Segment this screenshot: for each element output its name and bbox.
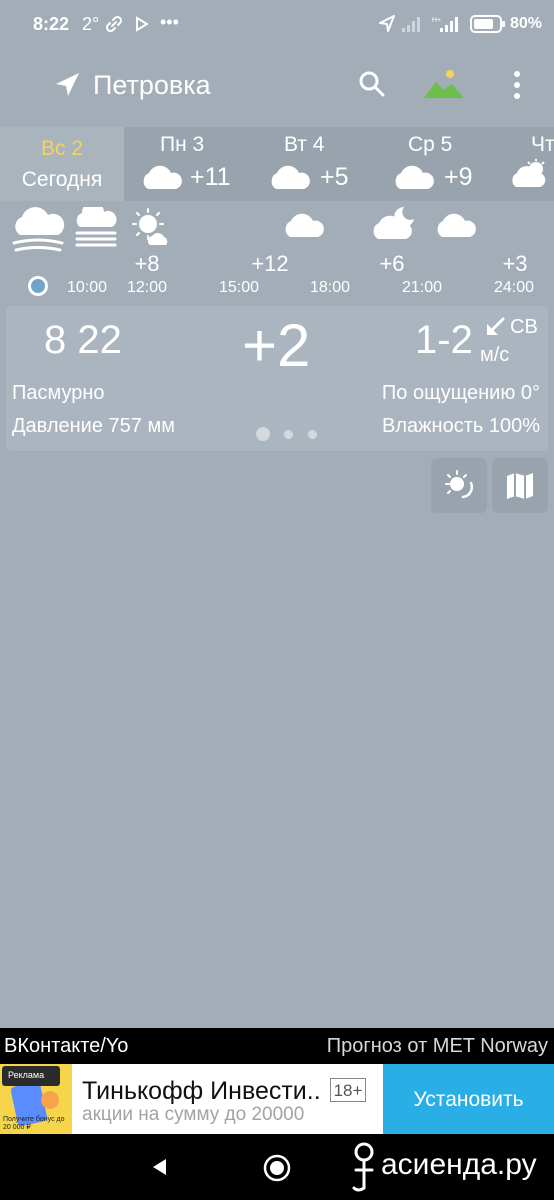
ad-bonus-text: Получите бонус до 20 000 ₽ bbox=[3, 1116, 65, 1131]
location-title[interactable]: Петровка bbox=[93, 70, 211, 101]
status-temp: 2° bbox=[82, 14, 100, 34]
hour-temp: +3 bbox=[502, 251, 528, 276]
moon-cloud-icon bbox=[370, 205, 418, 246]
cloud-icon bbox=[390, 165, 436, 196]
back-icon[interactable] bbox=[150, 1157, 170, 1182]
day-temp: +9 bbox=[444, 163, 473, 191]
page-dot-active bbox=[256, 427, 270, 441]
humidity: Влажность 100% bbox=[382, 415, 540, 437]
ad-banner[interactable]: Реклама Получите бонус до 20 000 ₽ Тиньк… bbox=[0, 1064, 554, 1134]
hourly-forecast: +8 +12 +6 +3 10:00 12:00 15:00 18:00 21:… bbox=[0, 201, 554, 299]
battery-icon bbox=[470, 15, 506, 38]
day-name: Ср 5 bbox=[408, 133, 453, 156]
hour-temp: +6 bbox=[379, 251, 405, 276]
ad-thumbnail[interactable]: Реклама Получите бонус до 20 000 ₽ bbox=[0, 1064, 72, 1134]
wind-unit: м/с bbox=[480, 344, 510, 366]
hour-time: 10:00 bbox=[66, 279, 108, 296]
home-icon[interactable] bbox=[263, 1154, 291, 1187]
hour-time: 21:00 bbox=[401, 279, 443, 296]
sun-cloud-icon bbox=[508, 159, 554, 194]
sun-moon-button[interactable] bbox=[431, 458, 487, 513]
install-button[interactable]: Установить bbox=[383, 1064, 554, 1134]
page-dot bbox=[308, 430, 317, 439]
credits-bar: ВКонтакте/Yo Прогноз от MET Norway bbox=[0, 1028, 554, 1064]
page-dot bbox=[284, 430, 293, 439]
day-tab-mon[interactable]: Пн 3 +11 bbox=[124, 127, 248, 201]
wind-direction: СВ bbox=[510, 316, 538, 338]
watermark-logo-icon bbox=[350, 1140, 378, 1199]
battery-percent: 80% bbox=[510, 15, 543, 32]
cloud-icon bbox=[266, 165, 312, 196]
toolbar: Петровка bbox=[0, 58, 554, 114]
hour-temp: +8 bbox=[134, 251, 160, 276]
system-nav-bar: асиенда.ру bbox=[0, 1134, 554, 1200]
day-temp: +5 bbox=[320, 163, 349, 191]
ad-title[interactable]: Тинькофф Инвести.. bbox=[82, 1077, 321, 1106]
day-sub: Сегодня bbox=[21, 168, 103, 191]
navigation-arrow-icon[interactable] bbox=[52, 70, 82, 105]
credits-vk-link[interactable]: ВКонтакте/Yo bbox=[4, 1035, 128, 1058]
map-icon bbox=[504, 470, 536, 507]
wind-speed: 1-2 bbox=[415, 318, 473, 362]
svg-text:H+: H+ bbox=[432, 17, 441, 24]
hour-time: 12:00 bbox=[126, 279, 168, 296]
status-time: 8:22 bbox=[33, 14, 70, 34]
current-temp: +2 bbox=[242, 312, 311, 379]
current-time-marker-icon bbox=[26, 274, 50, 303]
map-button[interactable] bbox=[492, 458, 548, 513]
status-bar: 8:22 2° ••• H+ 80% bbox=[0, 0, 554, 50]
hour-time: 15:00 bbox=[218, 279, 260, 296]
day-name: Вт 4 bbox=[284, 133, 325, 156]
play-icon bbox=[134, 14, 150, 39]
haze-icon bbox=[74, 201, 118, 252]
hour-time: 24:00 bbox=[493, 279, 535, 296]
signal-weak-icon bbox=[400, 14, 422, 39]
cloud-icon bbox=[280, 213, 326, 244]
day-tab-wed[interactable]: Ср 5 +9 bbox=[374, 127, 500, 201]
search-icon[interactable] bbox=[358, 70, 386, 103]
location-arrow-icon bbox=[378, 14, 396, 39]
day-name: Вс 2 bbox=[40, 137, 84, 160]
landscape-icon[interactable] bbox=[422, 68, 466, 105]
day-name: Пн 3 bbox=[160, 133, 205, 156]
pressure: Давление 757 мм bbox=[12, 415, 175, 437]
sun-moon-icon bbox=[443, 469, 475, 506]
sun-cloud-icon bbox=[130, 207, 170, 252]
link-icon bbox=[104, 14, 124, 39]
more-notifications-icon: ••• bbox=[160, 12, 179, 32]
condition: Пасмурно bbox=[12, 382, 105, 404]
current-time: 8 22 bbox=[44, 318, 122, 362]
wind-direction-icon bbox=[484, 316, 506, 343]
day-name: Чт bbox=[531, 133, 554, 156]
day-tab-thu[interactable]: Чт bbox=[500, 127, 554, 201]
ad-subtitle: акции на сумму до 20000 bbox=[82, 1104, 305, 1125]
current-weather-card[interactable]: 8 22 +2 1-2 СВ м/с Пасмурно По ощущению … bbox=[6, 306, 548, 451]
more-vert-icon[interactable] bbox=[511, 70, 523, 105]
hour-time: 18:00 bbox=[309, 279, 351, 296]
signal-icon: H+ bbox=[432, 14, 462, 39]
ad-label: Реклама bbox=[2, 1066, 60, 1086]
day-temp: +11 bbox=[190, 163, 231, 191]
cloud-icon bbox=[432, 213, 478, 244]
cloud-icon bbox=[138, 165, 184, 196]
feels-like: По ощущению 0° bbox=[381, 382, 540, 404]
days-tabs: Вс 2 Сегодня Пн 3 +11 Вт 4 +5 Ср 5 +9 Чт bbox=[0, 127, 554, 201]
credits-forecast-source[interactable]: Прогноз от MET Norway bbox=[327, 1035, 548, 1058]
ad-age-rating: 18+ bbox=[330, 1078, 366, 1102]
fog-cloud-icon bbox=[10, 207, 66, 258]
day-tab-tue[interactable]: Вт 4 +5 bbox=[248, 127, 374, 201]
hour-temp: +12 bbox=[251, 251, 289, 276]
watermark-text: асиенда.ру bbox=[381, 1148, 537, 1181]
day-tab-today[interactable]: Вс 2 Сегодня bbox=[0, 127, 124, 201]
